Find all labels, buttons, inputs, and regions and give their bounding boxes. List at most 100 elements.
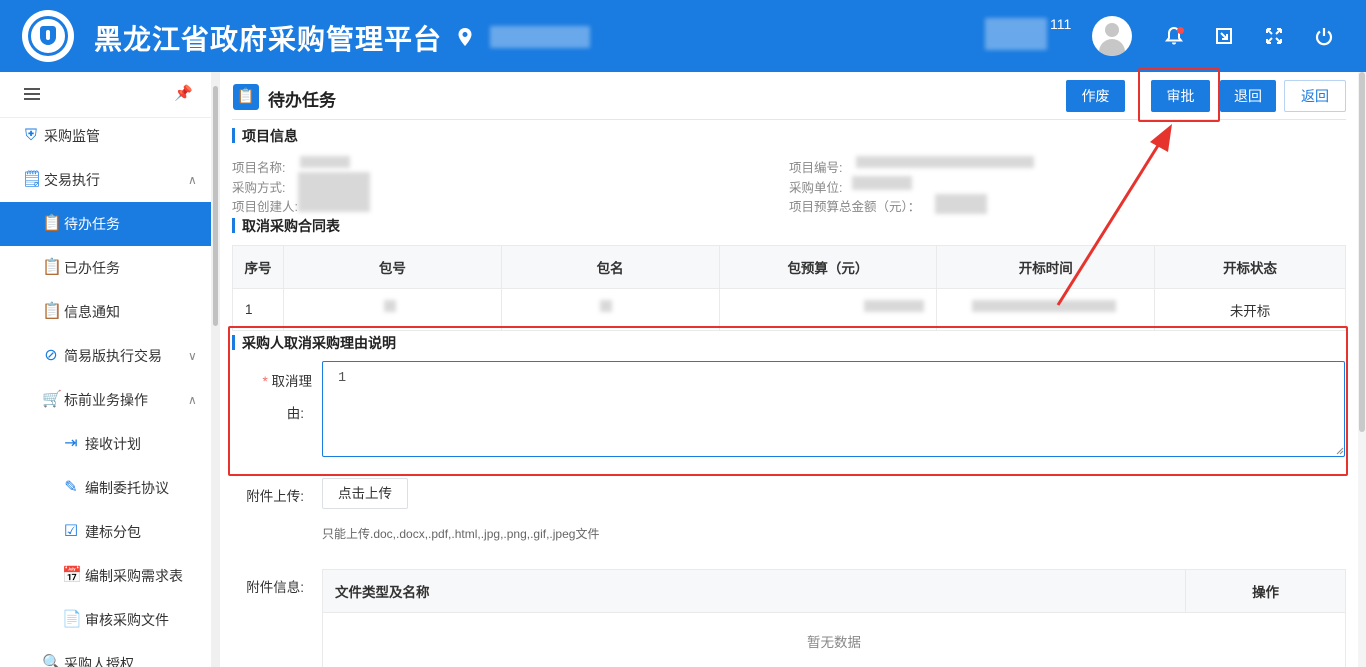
column-header: 包名 (500, 245, 720, 289)
sidebar-item-label: 已办任务 (64, 260, 120, 276)
column-header: 开标状态 (1154, 245, 1346, 289)
sidebar-item-notices[interactable]: 📋 信息通知 (0, 290, 211, 334)
highlight-approve-box (1138, 68, 1220, 122)
avatar-icon[interactable] (1092, 16, 1132, 56)
chevron-up-icon: ∧ (188, 173, 197, 187)
sidebar-scroll-thumb[interactable] (213, 86, 218, 326)
chevron-down-icon: ∨ (188, 349, 197, 363)
project-code-redacted (856, 156, 1034, 168)
procurement-method-label: 采购方式: (232, 181, 286, 195)
cart-icon: 🛒 (42, 391, 62, 408)
highlight-reason-box (228, 326, 1348, 476)
sidebar-item-pre-bid-ops[interactable]: 🛒 标前业务操作 ∧ (0, 378, 211, 422)
receive-icon: ⇥ (64, 435, 78, 452)
sidebar-item-label: 简易版执行交易 (64, 348, 162, 364)
package-budget-blur (864, 300, 924, 312)
app-title: 黑龙江省政府采购管理平台 (94, 23, 443, 56)
budget-redacted (935, 194, 987, 214)
project-name-redacted (300, 156, 350, 168)
sidebar-item-label: 编制委托协议 (85, 480, 169, 496)
sidebar-item-done-tasks[interactable]: 📋 已办任务 (0, 246, 211, 290)
sidebar-item-label: 待办任务 (64, 216, 120, 232)
location-icon (458, 28, 472, 46)
project-creator-label: 项目创建人: (232, 200, 298, 214)
task-icon: 📋 (42, 215, 62, 232)
username-redacted (985, 18, 1047, 50)
section-title-project-info: 项目信息 (232, 126, 298, 146)
fullscreen-icon[interactable] (1264, 26, 1284, 46)
sidebar-item-label: 接收计划 (85, 436, 141, 452)
column-header: 操作 (1185, 569, 1346, 613)
upload-label: 附件上传: (246, 489, 304, 504)
power-icon[interactable] (1314, 26, 1334, 46)
annotation-arrow-icon (1056, 124, 1172, 306)
task-done-icon: 📋 (42, 259, 62, 276)
pin-icon[interactable]: 📌 (174, 84, 193, 102)
sidebar-item-requirement-form[interactable]: 📅 编制采购需求表 (0, 554, 211, 598)
auth-icon: 🔍 (42, 655, 62, 667)
section-title-cancel-contract: 取消采购合同表 (232, 216, 340, 236)
upload-button[interactable]: 点击上传 (322, 478, 408, 509)
project-code-label: 项目编号: (789, 161, 843, 175)
edit-icon: ✎ (64, 479, 78, 496)
sidebar-item-label: 信息通知 (64, 304, 120, 320)
sidebar-item-label: 交易执行 (44, 172, 100, 188)
review-icon: 📄 (62, 611, 82, 628)
attachment-table: 文件类型及名称 操作 暂无数据 (321, 569, 1346, 667)
window-switch-icon[interactable] (1214, 26, 1234, 46)
notification-dot (1177, 27, 1184, 34)
sidebar-item-receive-plan[interactable]: ⇥ 接收计划 (0, 422, 211, 466)
row-index: 1 (232, 288, 284, 331)
procurement-unit-label: 采购单位: (789, 181, 843, 195)
emblem-logo (22, 10, 74, 62)
main-scroll-thumb[interactable] (1359, 72, 1365, 432)
task-list-icon: 📋 (233, 84, 259, 110)
sidebar-toolbar: 📌 (0, 72, 211, 118)
sidebar: 📌 ⛨ 采购监管 🗒 交易执行 ∧ 📋 待办任务 📋 已办任务 📋 信息通知 ⊘… (0, 72, 211, 667)
upload-tip: 只能上传.doc,.docx,.pdf,.html,.jpg,.png,.gif… (322, 527, 600, 541)
project-budget-label: 项目预算总金额（元）： (789, 200, 921, 214)
username-suffix: 111 (1050, 16, 1072, 32)
bid-open-status: 未开标 (1154, 288, 1346, 331)
method-creator-redacted (298, 172, 370, 212)
sidebar-item-label: 采购人授权 (64, 656, 134, 667)
package-icon: ☑ (63, 523, 79, 540)
chevron-up-icon: ∧ (188, 393, 197, 407)
sidebar-item-label: 编制采购需求表 (85, 568, 183, 584)
simple-trade-icon: ⊘ (44, 347, 58, 364)
region-name-redacted (490, 26, 590, 48)
sidebar-item-label: 审核采购文件 (85, 612, 169, 628)
void-button[interactable]: 作废 (1066, 80, 1125, 112)
column-header: 序号 (232, 245, 284, 289)
project-name-label: 项目名称: (232, 161, 286, 175)
sidebar-item-authorization[interactable]: 🔍 采购人授权 (0, 642, 211, 667)
shield-icon: ⛨ (24, 127, 37, 144)
sidebar-item-transaction-execution[interactable]: 🗒 交易执行 ∧ (0, 158, 211, 202)
sidebar-item-review-docs[interactable]: 📄 审核采购文件 (0, 598, 211, 642)
sidebar-item-simple-trade[interactable]: ⊘ 简易版执行交易 ∨ (0, 334, 211, 378)
sidebar-item-pending-tasks[interactable]: 📋 待办任务 (0, 202, 211, 246)
back-button[interactable]: 返回 (1284, 80, 1346, 112)
package-name-blur (600, 300, 612, 312)
form-icon: 📅 (62, 567, 82, 584)
table-row: 暂无数据 (322, 612, 1346, 667)
attachment-info-label: 附件信息: (246, 580, 304, 595)
ledger-icon: 🗒 (22, 171, 43, 188)
sidebar-item-label: 建标分包 (85, 524, 141, 540)
sidebar-item-procurement-supervision[interactable]: ⛨ 采购监管 (0, 114, 211, 158)
sidebar-item-label: 采购监管 (44, 128, 100, 144)
column-header: 文件类型及名称 (321, 569, 1187, 613)
table-header-row: 文件类型及名称 操作 (321, 569, 1346, 613)
sidebar-item-package[interactable]: ☑ 建标分包 (0, 510, 211, 554)
page-title: 待办任务 (268, 91, 336, 110)
notice-icon: 📋 (42, 303, 62, 320)
package-number-blur (384, 300, 396, 312)
top-header: 黑龙江省政府采购管理平台 111 (0, 0, 1366, 72)
sidebar-item-entrust-agreement[interactable]: ✎ 编制委托协议 (0, 466, 211, 510)
reject-button[interactable]: 退回 (1220, 80, 1276, 112)
menu-toggle-icon[interactable] (24, 88, 40, 100)
column-header: 包号 (282, 245, 502, 289)
empty-state: 暂无数据 (322, 612, 1346, 667)
sidebar-item-label: 标前业务操作 (64, 392, 148, 408)
column-header: 包预算（元） (718, 245, 938, 289)
